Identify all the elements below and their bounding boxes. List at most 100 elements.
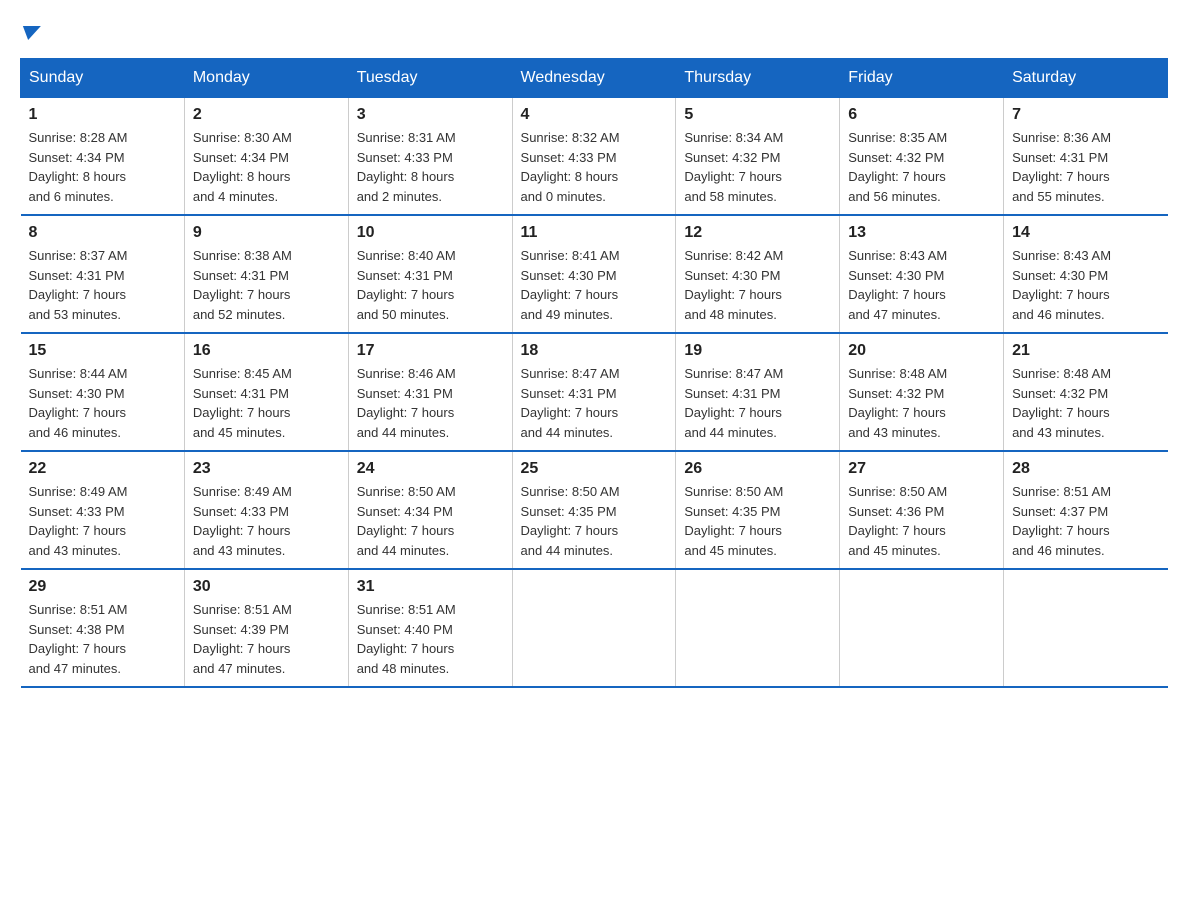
day-number: 1 <box>29 106 176 124</box>
day-info: Sunrise: 8:48 AM Sunset: 4:32 PM Dayligh… <box>1012 364 1159 442</box>
day-info: Sunrise: 8:50 AM Sunset: 4:36 PM Dayligh… <box>848 482 995 560</box>
logo-general <box>20 20 39 46</box>
day-of-week-sunday: Sunday <box>21 59 185 98</box>
day-number: 20 <box>848 342 995 360</box>
day-info: Sunrise: 8:51 AM Sunset: 4:39 PM Dayligh… <box>193 600 340 678</box>
day-number: 13 <box>848 224 995 242</box>
calendar-cell: 27 Sunrise: 8:50 AM Sunset: 4:36 PM Dayl… <box>840 451 1004 569</box>
day-info: Sunrise: 8:48 AM Sunset: 4:32 PM Dayligh… <box>848 364 995 442</box>
day-info: Sunrise: 8:43 AM Sunset: 4:30 PM Dayligh… <box>848 246 995 324</box>
day-info: Sunrise: 8:50 AM Sunset: 4:35 PM Dayligh… <box>684 482 831 560</box>
day-of-week-thursday: Thursday <box>676 59 840 98</box>
day-info: Sunrise: 8:30 AM Sunset: 4:34 PM Dayligh… <box>193 128 340 206</box>
day-number: 27 <box>848 460 995 478</box>
day-number: 29 <box>29 578 176 596</box>
calendar-cell: 30 Sunrise: 8:51 AM Sunset: 4:39 PM Dayl… <box>184 569 348 687</box>
calendar-cell <box>1004 569 1168 687</box>
day-number: 14 <box>1012 224 1159 242</box>
day-number: 2 <box>193 106 340 124</box>
calendar-cell: 19 Sunrise: 8:47 AM Sunset: 4:31 PM Dayl… <box>676 333 840 451</box>
calendar-cell: 4 Sunrise: 8:32 AM Sunset: 4:33 PM Dayli… <box>512 98 676 216</box>
day-info: Sunrise: 8:47 AM Sunset: 4:31 PM Dayligh… <box>684 364 831 442</box>
day-number: 18 <box>521 342 668 360</box>
day-number: 10 <box>357 224 504 242</box>
day-info: Sunrise: 8:38 AM Sunset: 4:31 PM Dayligh… <box>193 246 340 324</box>
day-info: Sunrise: 8:44 AM Sunset: 4:30 PM Dayligh… <box>29 364 176 442</box>
day-info: Sunrise: 8:49 AM Sunset: 4:33 PM Dayligh… <box>29 482 176 560</box>
day-number: 8 <box>29 224 176 242</box>
day-info: Sunrise: 8:41 AM Sunset: 4:30 PM Dayligh… <box>521 246 668 324</box>
day-number: 19 <box>684 342 831 360</box>
calendar-cell: 8 Sunrise: 8:37 AM Sunset: 4:31 PM Dayli… <box>21 215 185 333</box>
day-info: Sunrise: 8:28 AM Sunset: 4:34 PM Dayligh… <box>29 128 176 206</box>
days-of-week-row: SundayMondayTuesdayWednesdayThursdayFrid… <box>21 59 1168 98</box>
calendar-cell <box>676 569 840 687</box>
day-info: Sunrise: 8:31 AM Sunset: 4:33 PM Dayligh… <box>357 128 504 206</box>
week-row-4: 22 Sunrise: 8:49 AM Sunset: 4:33 PM Dayl… <box>21 451 1168 569</box>
day-number: 11 <box>521 224 668 242</box>
week-row-3: 15 Sunrise: 8:44 AM Sunset: 4:30 PM Dayl… <box>21 333 1168 451</box>
calendar-cell <box>512 569 676 687</box>
calendar-cell: 18 Sunrise: 8:47 AM Sunset: 4:31 PM Dayl… <box>512 333 676 451</box>
calendar-table: SundayMondayTuesdayWednesdayThursdayFrid… <box>20 58 1168 688</box>
calendar-cell: 14 Sunrise: 8:43 AM Sunset: 4:30 PM Dayl… <box>1004 215 1168 333</box>
day-number: 5 <box>684 106 831 124</box>
day-number: 25 <box>521 460 668 478</box>
calendar-cell: 25 Sunrise: 8:50 AM Sunset: 4:35 PM Dayl… <box>512 451 676 569</box>
day-info: Sunrise: 8:49 AM Sunset: 4:33 PM Dayligh… <box>193 482 340 560</box>
day-info: Sunrise: 8:51 AM Sunset: 4:37 PM Dayligh… <box>1012 482 1159 560</box>
day-number: 6 <box>848 106 995 124</box>
calendar-cell: 5 Sunrise: 8:34 AM Sunset: 4:32 PM Dayli… <box>676 98 840 216</box>
calendar-cell: 26 Sunrise: 8:50 AM Sunset: 4:35 PM Dayl… <box>676 451 840 569</box>
day-number: 12 <box>684 224 831 242</box>
day-info: Sunrise: 8:42 AM Sunset: 4:30 PM Dayligh… <box>684 246 831 324</box>
calendar-cell: 17 Sunrise: 8:46 AM Sunset: 4:31 PM Dayl… <box>348 333 512 451</box>
day-info: Sunrise: 8:47 AM Sunset: 4:31 PM Dayligh… <box>521 364 668 442</box>
week-row-2: 8 Sunrise: 8:37 AM Sunset: 4:31 PM Dayli… <box>21 215 1168 333</box>
calendar-cell: 16 Sunrise: 8:45 AM Sunset: 4:31 PM Dayl… <box>184 333 348 451</box>
calendar-cell: 9 Sunrise: 8:38 AM Sunset: 4:31 PM Dayli… <box>184 215 348 333</box>
calendar-cell: 23 Sunrise: 8:49 AM Sunset: 4:33 PM Dayl… <box>184 451 348 569</box>
day-number: 3 <box>357 106 504 124</box>
calendar-cell: 6 Sunrise: 8:35 AM Sunset: 4:32 PM Dayli… <box>840 98 1004 216</box>
calendar-cell: 15 Sunrise: 8:44 AM Sunset: 4:30 PM Dayl… <box>21 333 185 451</box>
day-info: Sunrise: 8:50 AM Sunset: 4:35 PM Dayligh… <box>521 482 668 560</box>
day-number: 17 <box>357 342 504 360</box>
calendar-cell: 2 Sunrise: 8:30 AM Sunset: 4:34 PM Dayli… <box>184 98 348 216</box>
calendar-cell: 10 Sunrise: 8:40 AM Sunset: 4:31 PM Dayl… <box>348 215 512 333</box>
day-info: Sunrise: 8:35 AM Sunset: 4:32 PM Dayligh… <box>848 128 995 206</box>
day-number: 22 <box>29 460 176 478</box>
calendar-cell: 11 Sunrise: 8:41 AM Sunset: 4:30 PM Dayl… <box>512 215 676 333</box>
day-info: Sunrise: 8:32 AM Sunset: 4:33 PM Dayligh… <box>521 128 668 206</box>
calendar-cell: 21 Sunrise: 8:48 AM Sunset: 4:32 PM Dayl… <box>1004 333 1168 451</box>
day-info: Sunrise: 8:43 AM Sunset: 4:30 PM Dayligh… <box>1012 246 1159 324</box>
day-info: Sunrise: 8:40 AM Sunset: 4:31 PM Dayligh… <box>357 246 504 324</box>
day-of-week-wednesday: Wednesday <box>512 59 676 98</box>
calendar-cell <box>840 569 1004 687</box>
day-info: Sunrise: 8:34 AM Sunset: 4:32 PM Dayligh… <box>684 128 831 206</box>
page-header <box>20 20 1168 48</box>
day-info: Sunrise: 8:36 AM Sunset: 4:31 PM Dayligh… <box>1012 128 1159 206</box>
day-info: Sunrise: 8:46 AM Sunset: 4:31 PM Dayligh… <box>357 364 504 442</box>
calendar-cell: 22 Sunrise: 8:49 AM Sunset: 4:33 PM Dayl… <box>21 451 185 569</box>
calendar-cell: 29 Sunrise: 8:51 AM Sunset: 4:38 PM Dayl… <box>21 569 185 687</box>
week-row-1: 1 Sunrise: 8:28 AM Sunset: 4:34 PM Dayli… <box>21 98 1168 216</box>
calendar-header: SundayMondayTuesdayWednesdayThursdayFrid… <box>21 59 1168 98</box>
calendar-cell: 12 Sunrise: 8:42 AM Sunset: 4:30 PM Dayl… <box>676 215 840 333</box>
day-of-week-friday: Friday <box>840 59 1004 98</box>
day-number: 15 <box>29 342 176 360</box>
day-number: 24 <box>357 460 504 478</box>
calendar-cell: 3 Sunrise: 8:31 AM Sunset: 4:33 PM Dayli… <box>348 98 512 216</box>
calendar-cell: 28 Sunrise: 8:51 AM Sunset: 4:37 PM Dayl… <box>1004 451 1168 569</box>
day-of-week-saturday: Saturday <box>1004 59 1168 98</box>
day-number: 9 <box>193 224 340 242</box>
day-number: 30 <box>193 578 340 596</box>
calendar-body: 1 Sunrise: 8:28 AM Sunset: 4:34 PM Dayli… <box>21 98 1168 688</box>
day-info: Sunrise: 8:51 AM Sunset: 4:38 PM Dayligh… <box>29 600 176 678</box>
logo <box>20 20 39 48</box>
day-of-week-monday: Monday <box>184 59 348 98</box>
day-info: Sunrise: 8:45 AM Sunset: 4:31 PM Dayligh… <box>193 364 340 442</box>
logo-triangle-icon <box>19 26 41 40</box>
calendar-cell: 20 Sunrise: 8:48 AM Sunset: 4:32 PM Dayl… <box>840 333 1004 451</box>
day-number: 23 <box>193 460 340 478</box>
